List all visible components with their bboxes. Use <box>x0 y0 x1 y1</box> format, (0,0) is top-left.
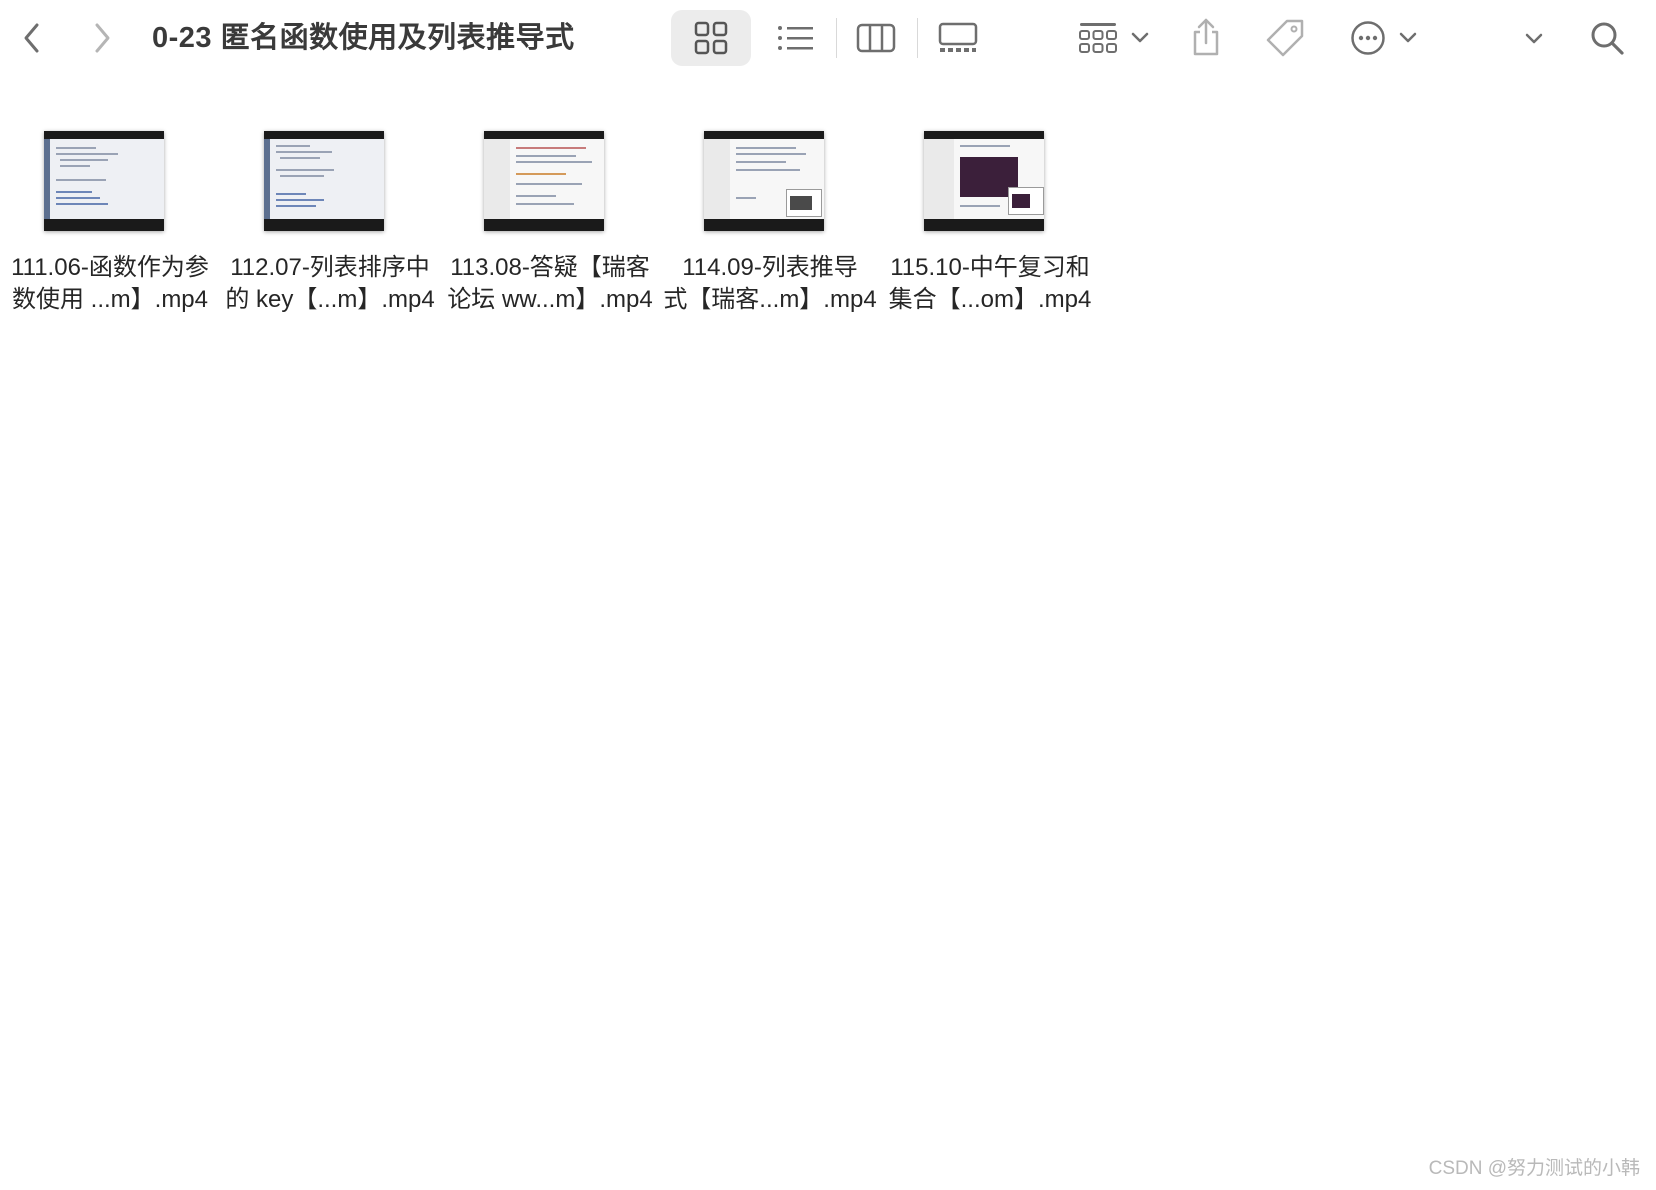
file-name-line: 111.06-函数作为参 <box>11 254 209 281</box>
back-button[interactable] <box>14 18 50 58</box>
search-icon <box>1591 22 1624 55</box>
column-view-icon <box>856 23 896 53</box>
more-actions-button[interactable] <box>1344 14 1424 62</box>
video-thumbnail <box>924 131 1044 231</box>
file-item[interactable]: 115.10-中午复习和 集合【...om】.mp4 <box>880 122 1100 342</box>
video-thumbnail <box>484 131 604 231</box>
file-item[interactable]: 114.09-列表推导 式【瑞客...m】.mp4 <box>660 122 880 342</box>
share-button[interactable] <box>1184 12 1228 62</box>
chevron-down-icon <box>1399 32 1417 43</box>
icon-view-icon <box>694 21 728 55</box>
tag-icon <box>1266 19 1304 57</box>
watermark: CSDN @努力测试的小韩 <box>1428 1158 1640 1179</box>
list-view-button[interactable] <box>765 14 825 62</box>
video-thumbnail <box>264 131 384 231</box>
icon-view-button[interactable] <box>681 14 741 62</box>
ellipsis-circle-icon <box>1351 21 1385 55</box>
file-name-line: 论坛 ww...m】.mp4 <box>447 286 653 313</box>
search-button[interactable] <box>1584 16 1630 60</box>
toolbar-separator <box>917 18 918 58</box>
file-name: 113.08-答疑【瑞客 论坛 ww...m】.mp4 <box>440 252 660 316</box>
file-name-line: 式【瑞客...m】.mp4 <box>663 286 877 313</box>
file-item[interactable]: 113.08-答疑【瑞客 论坛 ww...m】.mp4 <box>440 122 660 342</box>
file-item[interactable]: 112.07-列表排序中 的 key【...m】.mp4 <box>220 122 440 342</box>
list-view-icon <box>778 26 813 50</box>
file-name-line: 数使用 ...m】.mp4 <box>11 286 209 313</box>
file-item[interactable]: 111.06-函数作为参 数使用 ...m】.mp4 <box>0 122 220 342</box>
chevron-down-icon <box>1131 32 1149 43</box>
window-title: 0-23 匿名函数使用及列表推导式 <box>152 22 575 54</box>
forward-button[interactable] <box>84 18 120 58</box>
gallery-view-button[interactable] <box>928 14 988 62</box>
file-name: 114.09-列表推导 式【瑞客...m】.mp4 <box>660 252 880 316</box>
file-name: 115.10-中午复习和 集合【...om】.mp4 <box>880 252 1100 316</box>
file-name-line: 113.08-答疑【瑞客 <box>450 254 650 281</box>
file-name-line: 114.09-列表推导 <box>682 254 858 281</box>
video-thumbnail <box>704 131 824 231</box>
file-name: 111.06-函数作为参 数使用 ...m】.mp4 <box>0 252 220 316</box>
file-name-line: 112.07-列表排序中 <box>230 254 430 281</box>
file-name-line: 115.10-中午复习和 <box>890 254 1090 281</box>
chevron-left-icon <box>24 23 39 53</box>
file-name: 112.07-列表排序中 的 key【...m】.mp4 <box>220 252 440 316</box>
video-thumbnail <box>44 131 164 231</box>
finder-toolbar: 0-23 匿名函数使用及列表推导式 <box>0 0 1656 76</box>
toolbar-separator <box>836 18 837 58</box>
share-icon <box>1193 18 1219 56</box>
chevron-right-icon <box>95 23 110 53</box>
group-button[interactable] <box>1074 14 1154 62</box>
chevron-down-icon <box>1525 33 1543 44</box>
column-view-button[interactable] <box>846 14 906 62</box>
group-grid-icon <box>1079 23 1117 53</box>
tag-button[interactable] <box>1262 14 1308 62</box>
gallery-view-icon <box>938 22 978 52</box>
file-name-line: 集合【...om】.mp4 <box>888 286 1092 313</box>
toolbar-overflow-button[interactable] <box>1518 24 1550 54</box>
file-name-line: 的 key【...m】.mp4 <box>225 286 435 313</box>
